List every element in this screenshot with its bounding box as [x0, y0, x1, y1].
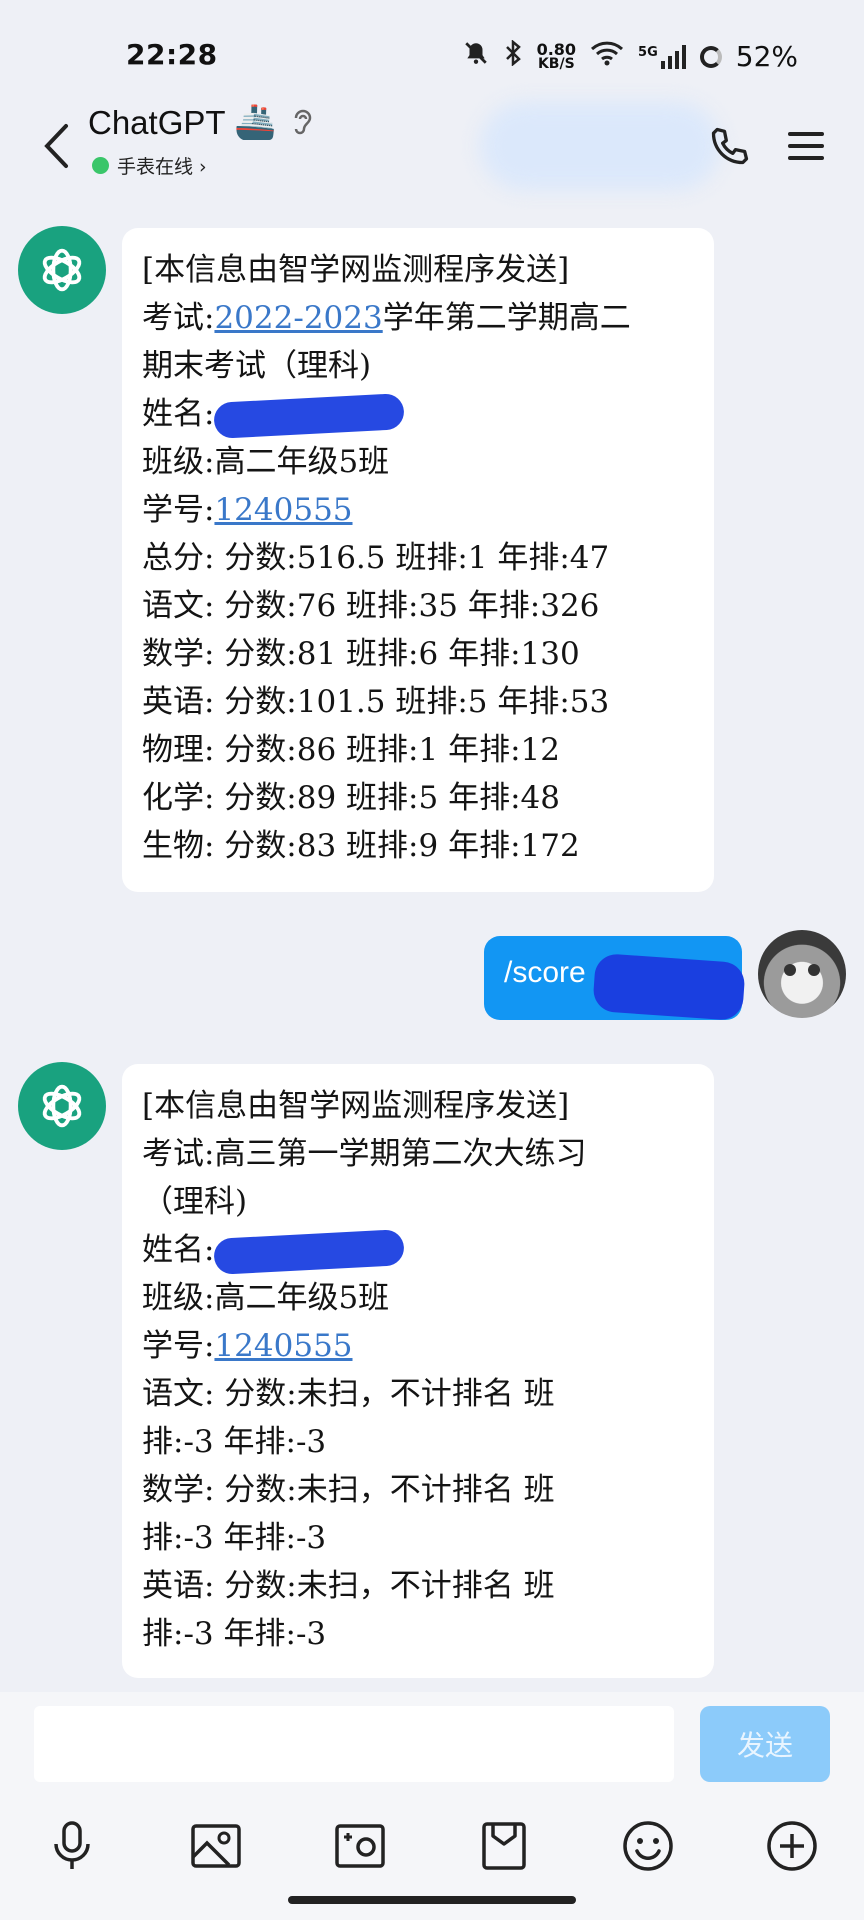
bluetooth-icon [503, 39, 523, 73]
message-input[interactable] [34, 1706, 674, 1782]
chevron-left-icon [44, 124, 68, 168]
message-line: 数学: 分数:81 班排:6 年排:130 [142, 636, 580, 672]
battery-icon [699, 45, 722, 68]
message-line: [本信息由智学网监测程序发送] [142, 1088, 570, 1124]
message-line: 姓名: [142, 1226, 698, 1275]
message-bubble-user[interactable]: /score [484, 936, 746, 1022]
message-line: 姓名: [142, 390, 698, 439]
folder-icon[interactable] [472, 1814, 536, 1878]
status-bar: 22:28 0.80 KB/S 5G 52% [0, 0, 864, 110]
message-line: 英语: 分数:101.5 班排:5 年排:53 [142, 684, 610, 720]
chat-header: ChatGPT 🚢 手表在线 › [0, 96, 864, 196]
signal-icon: 5G [638, 44, 686, 69]
blurred-region [480, 102, 720, 190]
message-line: 总分: 分数:516.5 班排:1 年排:47 [142, 540, 610, 576]
message-line: （理科) [142, 1184, 248, 1220]
message-line: 语文: 分数:76 班排:35 年排:326 [142, 588, 600, 624]
home-indicator[interactable] [288, 1896, 576, 1904]
openai-logo-icon [42, 248, 82, 292]
cat-eye [784, 964, 796, 976]
chatgpt-avatar[interactable] [18, 1062, 106, 1150]
camera-icon[interactable] [328, 1814, 392, 1878]
message-line: 物理: 分数:86 班排:1 年排:12 [142, 732, 560, 768]
status-icons: 0.80 KB/S 5G 52% [463, 39, 798, 73]
microphone-icon[interactable] [40, 1814, 104, 1878]
message-line: [本信息由智学网监测程序发送] [142, 252, 570, 288]
message-bubble-bot[interactable]: [本信息由智学网监测程序发送] 考试:高三第一学期第二次大练习 （理科) 姓名:… [122, 1064, 714, 1678]
message-line: 英语: 分数:未扫，不计排名 班 [142, 1568, 555, 1604]
status-time: 22:28 [126, 38, 218, 71]
message-line: 排:-3 年排:-3 [142, 1616, 327, 1652]
input-toolbar [0, 1814, 864, 1890]
chatgpt-avatar[interactable] [18, 226, 106, 314]
online-status-label: 手表在线 › [117, 156, 207, 178]
user-message-text: /score [504, 956, 586, 989]
student-id-link[interactable]: 1240555 [214, 1328, 352, 1364]
message-line: 期末考试（理科) [142, 348, 372, 384]
back-button[interactable] [26, 114, 86, 178]
redacted-command-arg [592, 952, 746, 1022]
message-line: 排:-3 年排:-3 [142, 1424, 327, 1460]
message-line: 语文: 分数:未扫，不计排名 班 [142, 1376, 555, 1412]
student-id-link[interactable]: 1240555 [214, 492, 352, 528]
mute-bell-icon [463, 40, 489, 73]
message-bubble-bot[interactable]: [本信息由智学网监测程序发送] 考试:2022-2023学年第二学期高二 期末考… [122, 228, 714, 892]
phone-icon [711, 127, 749, 165]
message-line: 化学: 分数:89 班排:5 年排:48 [142, 780, 560, 816]
input-area: 发送 [0, 1692, 864, 1920]
message-line: 考试:高三第一学期第二次大练习 [142, 1136, 587, 1172]
plus-icon[interactable] [760, 1814, 824, 1878]
image-icon[interactable] [184, 1814, 248, 1878]
emoji-icon[interactable] [616, 1814, 680, 1878]
redacted-name [213, 1228, 406, 1275]
ship-emoji: 🚢 [234, 102, 277, 142]
cat-eye [808, 964, 820, 976]
message-line: 数学: 分数:未扫，不计排名 班 [142, 1472, 555, 1508]
message-line: 班级:高二年级5班 [142, 444, 390, 480]
redacted-name [213, 392, 406, 439]
message-line: 学号:1240555 [142, 492, 353, 528]
send-button[interactable]: 发送 [700, 1706, 830, 1782]
message-line: 班级:高二年级5班 [142, 1280, 390, 1316]
online-status[interactable]: 手表在线 › [92, 152, 207, 179]
battery-percent: 52% [735, 40, 798, 73]
message-line: 排:-3 年排:-3 [142, 1520, 327, 1556]
ear-icon [290, 106, 314, 143]
wifi-icon [590, 40, 624, 73]
message-line: 学号:1240555 [142, 1328, 353, 1364]
user-avatar[interactable] [758, 930, 846, 1018]
exam-year-link[interactable]: 2022-2023 [214, 300, 382, 336]
menu-button[interactable] [776, 114, 836, 178]
hamburger-menu-icon [788, 132, 824, 160]
message-line: 考试:2022-2023学年第二学期高二 [142, 300, 631, 336]
online-dot [92, 157, 109, 174]
openai-logo-icon [42, 1084, 82, 1128]
message-line: 生物: 分数:83 班排:9 年排:172 [142, 828, 580, 864]
network-speed: 0.80 KB/S [536, 39, 577, 72]
chat-title[interactable]: ChatGPT [88, 104, 226, 142]
call-button[interactable] [700, 114, 760, 178]
